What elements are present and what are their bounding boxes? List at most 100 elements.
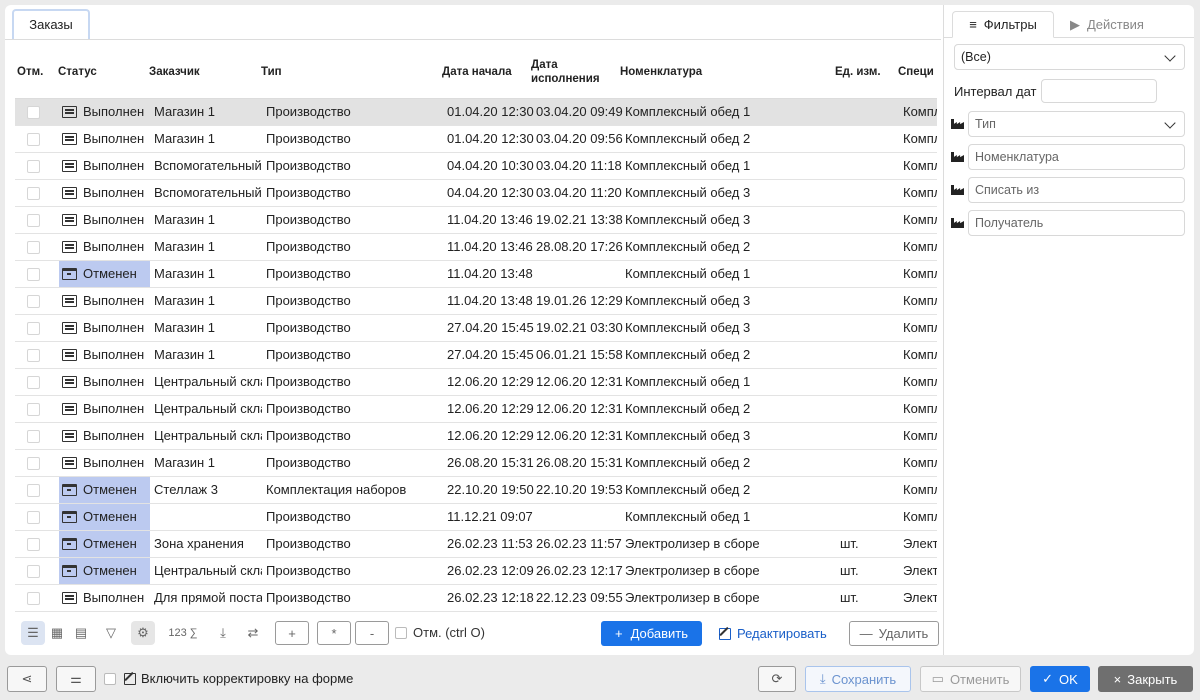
col-header-mark[interactable]: Отм.: [17, 45, 53, 99]
collapse-minus-button[interactable]: -: [355, 621, 389, 645]
all-select[interactable]: (Все): [954, 44, 1185, 70]
expand-plus-button[interactable]: +: [275, 621, 309, 645]
row-checkbox[interactable]: [27, 133, 40, 146]
sum-button[interactable]: 123 ∑: [163, 621, 203, 645]
row-checkbox[interactable]: [27, 295, 40, 308]
row-checkbox[interactable]: [27, 484, 40, 497]
sliders-icon[interactable]: ⚌: [56, 666, 96, 692]
cancel-button[interactable]: ▭ Отменить: [920, 666, 1021, 692]
panel-tabs: ≡ Фильтры ▶ Действия: [944, 5, 1194, 38]
grid-toolbar: ☰ ▦ ▤ ▽ ⚙ 123 ∑ ⤓ ⇄ + * - Отм. (ctrl O) …: [15, 619, 941, 649]
edit-button[interactable]: Редактировать: [719, 621, 827, 646]
table-row[interactable]: Выполнен Магазин 1 Производство 27.04.20 15…: [15, 342, 937, 369]
row-checkbox[interactable]: [27, 403, 40, 416]
row-checkbox[interactable]: [27, 187, 40, 200]
row-checkbox[interactable]: [27, 457, 40, 470]
cell-customer: Вспомогательный: [154, 158, 262, 173]
calendar-view-icon[interactable]: ▤: [69, 621, 93, 645]
col-header-start-date[interactable]: Дата начала: [442, 45, 530, 99]
col-header-status[interactable]: Статус: [58, 45, 148, 99]
table-view-icon[interactable]: ▦: [45, 621, 69, 645]
add-button[interactable]: + Добавить: [601, 621, 702, 646]
table-row[interactable]: Выполнен Магазин 1 Производство 27.04.20 15…: [15, 315, 937, 342]
table-row[interactable]: Выполнен Магазин 1 Производство 01.04.20 12…: [15, 126, 937, 153]
cell-customer: Зона хранения: [154, 536, 244, 551]
document-list-icon: [62, 376, 77, 388]
nomenclature-placeholder: Номенклатура: [975, 150, 1059, 164]
table-row[interactable]: Выполнен Центральный скла Производство 12.0…: [15, 423, 937, 450]
row-checkbox[interactable]: [27, 214, 40, 227]
cell-spec: Компл: [903, 374, 937, 389]
table-row[interactable]: Выполнен Магазин 1 Производство 01.04.20 12…: [15, 99, 937, 126]
row-checkbox[interactable]: [27, 241, 40, 254]
row-checkbox[interactable]: [27, 376, 40, 389]
col-header-customer[interactable]: Заказчик: [149, 45, 259, 99]
row-checkbox[interactable]: [27, 160, 40, 173]
type-select[interactable]: Тип: [968, 111, 1185, 137]
share-icon[interactable]: ⋖: [7, 666, 47, 692]
cell-nomenclature: Комплексный обед 2: [625, 131, 751, 146]
cell-spec: Компл: [903, 131, 937, 146]
table-row[interactable]: Отменен Магазин 1 Производство 11.04.20 13:…: [15, 261, 937, 288]
col-header-done-date[interactable]: Дата исполнения: [531, 45, 601, 99]
download-icon[interactable]: ⤓: [211, 621, 235, 645]
cell-unit: [840, 180, 895, 206]
row-checkbox[interactable]: [27, 592, 40, 605]
table-row[interactable]: Выполнен Вспомогательный Производство 04.04…: [15, 153, 937, 180]
col-header-nomenclature[interactable]: Номенклатура: [620, 45, 820, 99]
row-checkbox[interactable]: [27, 268, 40, 281]
table-row[interactable]: Выполнен Магазин 1 Производство 11.04.20 13…: [15, 207, 937, 234]
filter-icon[interactable]: ▽: [99, 621, 123, 645]
grid-rows: Выполнен Магазин 1 Производство 01.04.20 12…: [15, 99, 937, 612]
table-row[interactable]: Выполнен Центральный скла Производство 12.0…: [15, 396, 937, 423]
close-button[interactable]: × Закрыть: [1098, 666, 1193, 692]
table-row[interactable]: Выполнен Центральный скла Производство 12.0…: [15, 369, 937, 396]
row-checkbox[interactable]: [27, 322, 40, 335]
nomenclature-field[interactable]: Номенклатура: [968, 144, 1185, 170]
row-checkbox[interactable]: [27, 349, 40, 362]
row-checkbox[interactable]: [27, 106, 40, 119]
col-header-spec[interactable]: Специ: [898, 45, 936, 99]
cell-status: Выполнен: [59, 234, 150, 260]
cell-customer: Стеллаж 3: [154, 482, 218, 497]
table-row[interactable]: Отменен Стеллаж 3 Комплектация наборов 22.1…: [15, 477, 937, 504]
cell-unit: [840, 126, 895, 152]
settings-gear-icon[interactable]: ⚙: [131, 621, 155, 645]
save-button[interactable]: ⤓ Сохранить: [805, 666, 911, 692]
cell-start-date: 26.08.20 15:31: [447, 455, 534, 470]
cell-customer: Магазин 1: [154, 320, 215, 335]
tab-actions[interactable]: ▶ Действия: [1070, 11, 1144, 38]
row-checkbox[interactable]: [27, 538, 40, 551]
refresh-cycle-icon[interactable]: ⇄: [241, 621, 265, 645]
table-row[interactable]: Отменен Центральный скла Производство 26.02…: [15, 558, 937, 585]
mark-checkbox[interactable]: [395, 627, 407, 639]
writeoff-field[interactable]: Списать из: [968, 177, 1185, 203]
tab-filters[interactable]: ≡ Фильтры: [952, 11, 1054, 38]
row-checkbox[interactable]: [27, 565, 40, 578]
ok-button[interactable]: ✓ OK: [1030, 666, 1090, 692]
list-view-icon[interactable]: ☰: [21, 621, 45, 645]
main-window: Заказы Отм. Статус Заказчик Тип Дата нач…: [5, 5, 1194, 655]
recipient-field[interactable]: Получатель: [968, 210, 1185, 236]
tab-orders[interactable]: Заказы: [12, 9, 90, 39]
row-checkbox[interactable]: [27, 511, 40, 524]
col-header-unit[interactable]: Ед. изм.: [835, 45, 895, 99]
edit-form-checkbox[interactable]: [104, 673, 116, 685]
col-header-type[interactable]: Тип: [261, 45, 431, 99]
cell-spec: Компл: [903, 428, 937, 443]
chevron-down-icon: [1164, 117, 1176, 129]
date-interval-input[interactable]: [1041, 79, 1157, 103]
delete-button[interactable]: — Удалить: [849, 621, 939, 646]
table-row[interactable]: Выполнен Магазин 1 Производство 11.04.20 13…: [15, 234, 937, 261]
row-checkbox[interactable]: [27, 430, 40, 443]
table-row[interactable]: Отменен Зона хранения Производство 26.02.23…: [15, 531, 937, 558]
filter-lines-icon: ≡: [969, 17, 977, 32]
table-row[interactable]: Выполнен Магазин 1 Производство 26.08.20 15…: [15, 450, 937, 477]
table-row[interactable]: Выполнен Магазин 1 Производство 11.04.20 13…: [15, 288, 937, 315]
table-row[interactable]: Выполнен Для прямой поста Производство 26.0…: [15, 585, 937, 612]
expand-all-button[interactable]: *: [317, 621, 351, 645]
refresh-button[interactable]: ⟳: [758, 666, 796, 692]
table-row[interactable]: Отменен Производство 11.12.21 09:07 Комплек…: [15, 504, 937, 531]
table-row[interactable]: Выполнен Вспомогательный Производство 04.04…: [15, 180, 937, 207]
cell-nomenclature: Комплексный обед 2: [625, 455, 751, 470]
